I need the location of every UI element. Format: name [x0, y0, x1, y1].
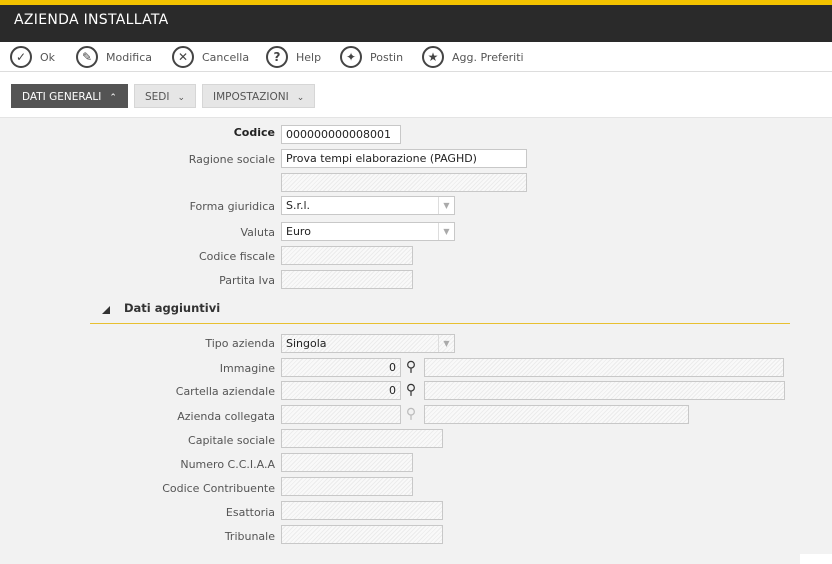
numero-cciaa-label: Numero C.C.I.A.A	[180, 458, 275, 471]
toolbar: ✓ Ok ✎ Modifica ✕ Cancella ? Help ✦ Post…	[0, 42, 832, 72]
codice-fiscale-field[interactable]	[281, 246, 413, 265]
check-icon: ✓	[10, 46, 32, 68]
codice-field[interactable]: 000000000008001	[281, 125, 401, 144]
postin-label: Postin	[370, 50, 404, 64]
help-icon: ?	[266, 46, 288, 68]
partita-iva-field[interactable]	[281, 270, 413, 289]
immagine-label: Immagine	[219, 362, 275, 375]
help-button[interactable]: ? Help	[266, 45, 321, 69]
tab-impostazioni-label: IMPOSTAZIONI	[213, 91, 289, 103]
title-bar: AZIENDA INSTALLATA	[0, 0, 832, 42]
forma-giuridica-value: S.r.l.	[286, 199, 311, 212]
cartella-aziendale-desc-field[interactable]	[424, 381, 785, 400]
tab-sedi-label: SEDI	[145, 91, 170, 103]
chevron-down-icon: ⌄	[296, 93, 305, 103]
immagine-desc-field[interactable]	[424, 358, 784, 377]
capitale-sociale-field[interactable]	[281, 429, 443, 448]
cancella-button[interactable]: ✕ Cancella	[172, 45, 249, 69]
agg-preferiti-label: Agg. Preferiti	[452, 50, 524, 64]
ragione-sociale-field-2[interactable]	[281, 173, 527, 192]
modifica-label: Modifica	[106, 50, 152, 64]
azienda-collegata-field[interactable]	[281, 405, 401, 424]
chevron-down-icon: ▼	[438, 335, 454, 352]
tribunale-label: Tribunale	[224, 530, 275, 543]
help-label: Help	[296, 50, 322, 64]
postin-button[interactable]: ✦ Postin	[340, 45, 403, 69]
esattoria-label: Esattoria	[225, 506, 275, 519]
esattoria-field[interactable]	[281, 501, 443, 520]
tab-bar: DATI GENERALI ⌃ SEDI ⌄ IMPOSTAZIONI ⌄	[0, 72, 832, 118]
chevron-down-icon: ⌄	[177, 93, 186, 103]
numero-cciaa-field[interactable]	[281, 453, 413, 472]
close-icon: ✕	[172, 46, 194, 68]
star-icon: ★	[422, 46, 444, 68]
immagine-field[interactable]: 0	[281, 358, 401, 377]
chevron-up-icon: ⌃	[109, 93, 117, 103]
section-title: Dati aggiuntivi	[124, 301, 221, 315]
codice-contribuente-field[interactable]	[281, 477, 413, 496]
window-title: AZIENDA INSTALLATA	[14, 12, 169, 28]
ok-button[interactable]: ✓ Ok	[10, 45, 55, 69]
pencil-icon: ✎	[76, 46, 98, 68]
collapse-triangle-icon	[102, 306, 110, 314]
capitale-sociale-label: Capitale sociale	[188, 434, 275, 447]
tipo-azienda-select[interactable]: Singola ▼	[281, 334, 455, 353]
agg-preferiti-button[interactable]: ★ Agg. Preferiti	[422, 45, 524, 69]
valuta-value: Euro	[286, 225, 311, 238]
corner-panel	[800, 554, 832, 564]
cartella-aziendale-field[interactable]: 0	[281, 381, 401, 400]
tribunale-field[interactable]	[281, 525, 443, 544]
azienda-collegata-label: Azienda collegata	[177, 410, 275, 423]
azienda-collegata-desc-field[interactable]	[424, 405, 689, 424]
pin-icon: ✦	[340, 46, 362, 68]
dati-aggiuntivi-section[interactable]: Dati aggiuntivi	[90, 296, 790, 324]
search-icon: ⚲	[405, 406, 417, 422]
tipo-azienda-value: Singola	[286, 337, 327, 350]
cartella-aziendale-label: Cartella aziendale	[175, 385, 275, 398]
valuta-label: Valuta	[240, 226, 276, 239]
ok-label: Ok	[40, 50, 56, 64]
partita-iva-label: Partita Iva	[219, 274, 275, 287]
tab-impostazioni[interactable]: IMPOSTAZIONI ⌄	[202, 84, 316, 108]
forma-giuridica-select[interactable]: S.r.l. ▼	[281, 196, 455, 215]
codice-fiscale-label: Codice fiscale	[198, 250, 275, 263]
ragione-sociale-label: Ragione sociale	[188, 153, 275, 166]
forma-giuridica-label: Forma giuridica	[189, 200, 275, 213]
codice-label: Codice	[233, 126, 275, 139]
tab-dati-generali-label: DATI GENERALI	[22, 91, 102, 103]
chevron-down-icon: ▼	[438, 197, 454, 214]
chevron-down-icon: ▼	[438, 223, 454, 240]
tab-dati-generali[interactable]: DATI GENERALI ⌃	[11, 84, 128, 108]
ragione-sociale-field[interactable]: Prova tempi elaborazione (PAGHD)	[281, 149, 527, 168]
codice-contribuente-label: Codice Contribuente	[162, 482, 275, 495]
valuta-select[interactable]: Euro ▼	[281, 222, 455, 241]
cancella-label: Cancella	[202, 50, 250, 64]
modifica-button[interactable]: ✎ Modifica	[76, 45, 152, 69]
tab-sedi[interactable]: SEDI ⌄	[134, 84, 197, 108]
tipo-azienda-label: Tipo azienda	[205, 337, 275, 350]
search-icon[interactable]: ⚲	[402, 381, 420, 399]
search-icon[interactable]: ⚲	[402, 358, 420, 376]
